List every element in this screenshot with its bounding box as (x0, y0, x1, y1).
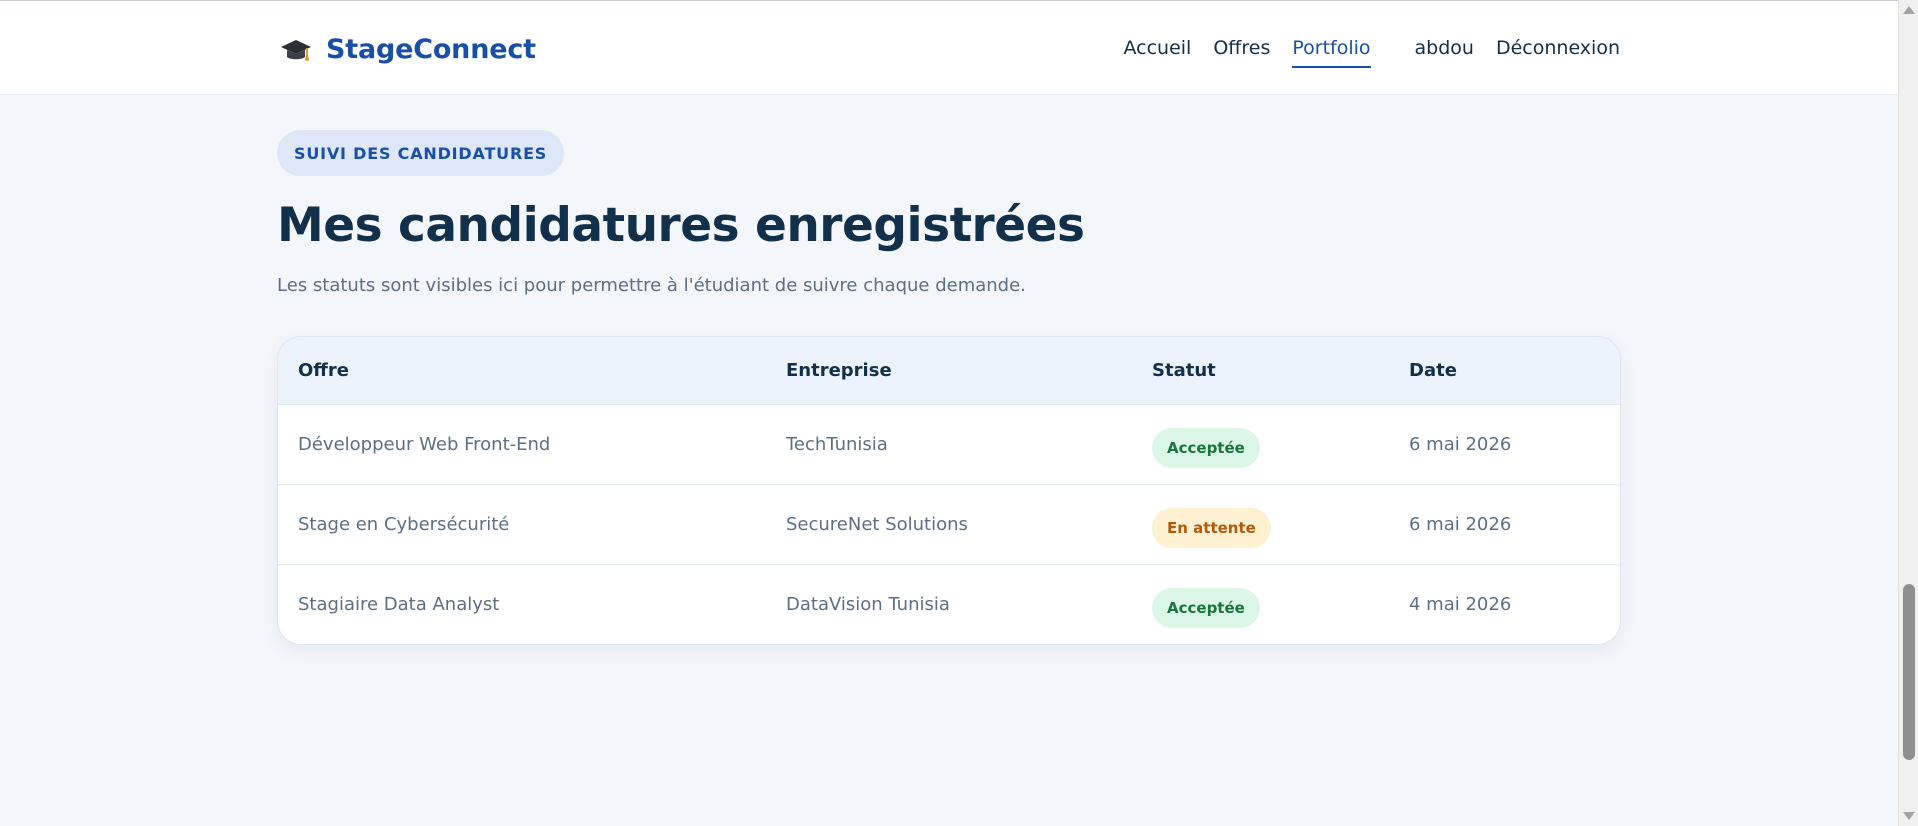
vertical-scrollbar[interactable] (1898, 0, 1918, 826)
status-cell: En attente (1132, 502, 1389, 548)
application-date: 6 mai 2026 (1409, 514, 1512, 535)
brand-logo[interactable]: StageConnect (280, 34, 536, 65)
brand-name: StageConnect (326, 34, 536, 65)
status-badge: Acceptée (1152, 427, 1260, 468)
application-date: 6 mai 2026 (1409, 434, 1512, 455)
offer-title: Stage en Cybersécurité (298, 514, 510, 535)
status-badge: Acceptée (1152, 587, 1260, 628)
page-subtitle: Les statuts sont visibles ici pour perme… (277, 275, 1026, 296)
graduation-cap-icon (281, 39, 311, 61)
column-header-offre: Offre (298, 360, 349, 381)
nav-offres[interactable]: Offres (1213, 37, 1270, 59)
nav-portfolio[interactable]: Portfolio (1292, 37, 1371, 68)
status-badge: En attente (1152, 507, 1271, 548)
offer-title: Développeur Web Front-End (298, 434, 551, 455)
page-title: Mes candidatures enregistrées (277, 198, 1085, 253)
user-name-link[interactable]: abdou (1415, 37, 1474, 59)
page: StageConnect Accueil Offres Portfolio ab… (0, 0, 1898, 826)
scroll-thumb[interactable] (1903, 584, 1915, 760)
column-header-date: Date (1409, 360, 1457, 381)
table-row: Stage en Cybersécurité SecureNet Solutio… (278, 484, 1620, 564)
table-row: Stagiaire Data Analyst DataVision Tunisi… (278, 564, 1620, 644)
status-cell: Acceptée (1132, 422, 1389, 468)
status-cell: Acceptée (1132, 582, 1389, 628)
main-content: SUIVI DES CANDIDATURES Mes candidatures … (277, 130, 1621, 645)
section-eyebrow-badge: SUIVI DES CANDIDATURES (277, 130, 565, 176)
top-navbar: StageConnect Accueil Offres Portfolio ab… (0, 0, 1898, 95)
scroll-up-arrow-icon[interactable] (1903, 6, 1915, 14)
application-date: 4 mai 2026 (1409, 594, 1512, 615)
offer-title: Stagiaire Data Analyst (298, 594, 500, 615)
scroll-down-arrow-icon[interactable] (1903, 812, 1915, 820)
main-nav: Accueil Offres Portfolio abdou Déconnexi… (1101, 37, 1620, 68)
column-header-entreprise: Entreprise (786, 360, 892, 381)
nav-accueil[interactable]: Accueil (1123, 37, 1191, 59)
table-header-row: Offre Entreprise Statut Date (278, 337, 1620, 404)
logout-link[interactable]: Déconnexion (1496, 37, 1620, 59)
company-name: TechTunisia (786, 434, 888, 455)
company-name: DataVision Tunisia (786, 594, 950, 615)
applications-table: Offre Entreprise Statut Date Développeur… (277, 336, 1621, 645)
column-header-statut: Statut (1152, 360, 1216, 381)
table-row: Développeur Web Front-End TechTunisia Ac… (278, 404, 1620, 484)
company-name: SecureNet Solutions (786, 514, 968, 535)
